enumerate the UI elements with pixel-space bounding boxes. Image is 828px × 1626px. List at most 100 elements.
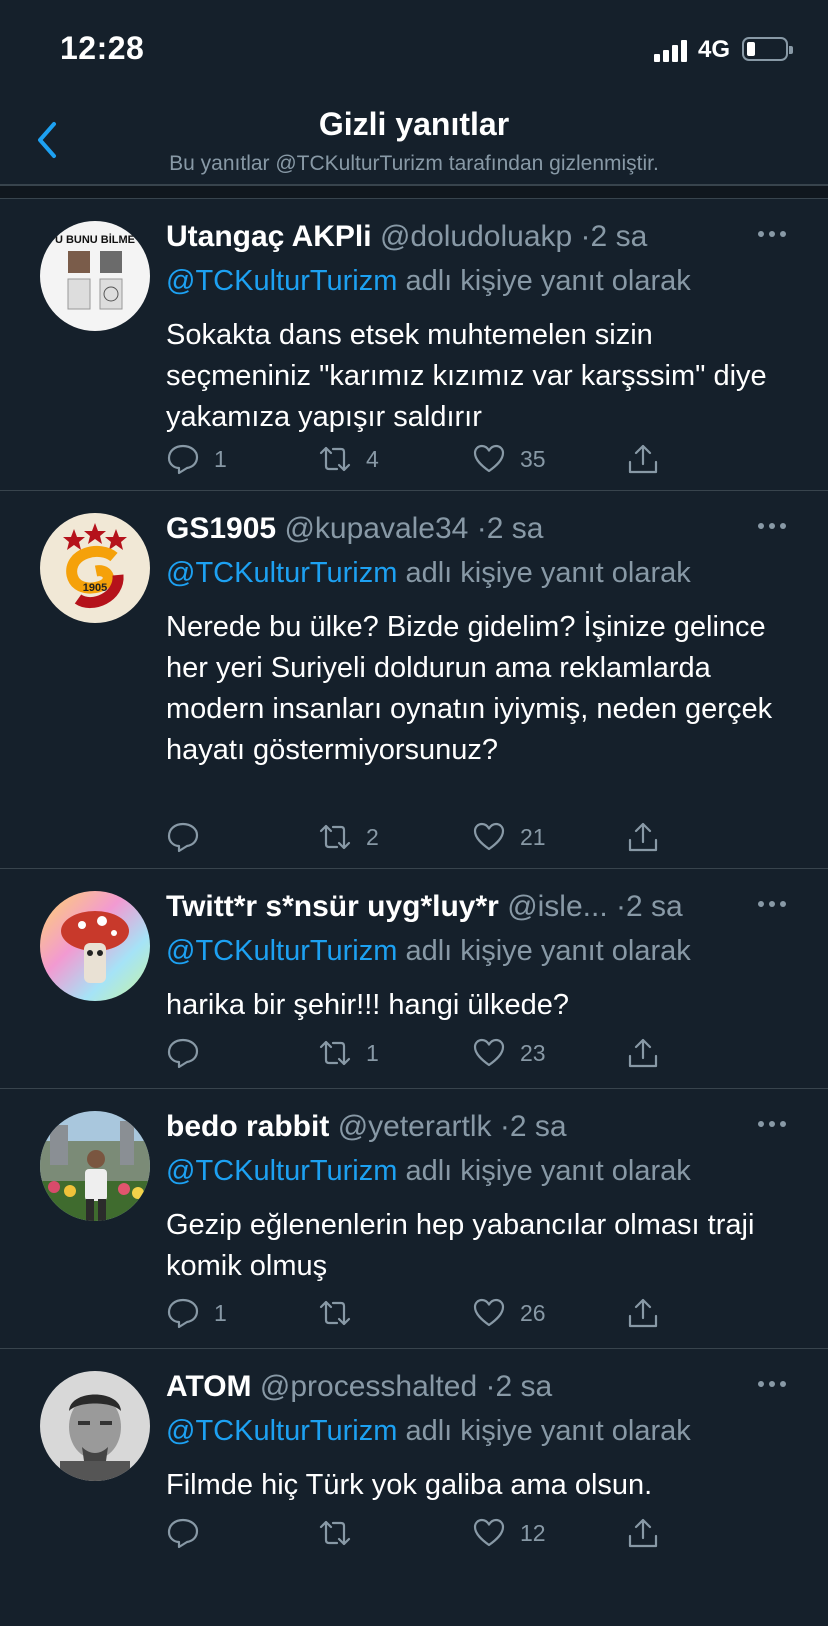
- avatar-caption: 1905: [83, 582, 107, 594]
- tweet[interactable]: ATOM @processhalted ·2 sa @TCKulturTuriz…: [0, 1349, 828, 1626]
- reply-icon: [167, 1298, 199, 1329]
- share-icon: [628, 444, 658, 474]
- tweet[interactable]: U BUNU BİLME Utangaç AKPli @doludoluakp …: [0, 199, 828, 491]
- reply-count: 1: [214, 1299, 227, 1326]
- share-icon: [628, 1298, 658, 1328]
- separator-dot: ·: [499, 1110, 510, 1143]
- tweet-time: 2 sa: [495, 1370, 553, 1403]
- reply-suffix: adlı kişiye yanıt olarak: [397, 265, 691, 297]
- tweet-text: Gezip eğlenenlerin hep yabancılar olması…: [166, 1209, 755, 1282]
- reply-mention[interactable]: @TCKulturTurizm: [166, 557, 397, 589]
- reply-mention[interactable]: @TCKulturTurizm: [166, 935, 397, 967]
- retweet-icon: [319, 1300, 351, 1326]
- tweet-content: bedo rabbit @yeterartlk ·2 sa @TCKulturT…: [166, 1107, 788, 1287]
- reply-mention[interactable]: @TCKulturTurizm: [166, 1155, 397, 1187]
- author-name[interactable]: bedo rabbit: [166, 1110, 329, 1143]
- reply-button[interactable]: 1: [166, 1293, 227, 1333]
- more-button[interactable]: [758, 901, 788, 911]
- tweet-actions: 1 26: [166, 1293, 726, 1333]
- avatar-caption: U BUNU BİLME: [55, 233, 135, 246]
- share-button[interactable]: [626, 1033, 660, 1073]
- reply-button[interactable]: [166, 1033, 214, 1073]
- tweet-header: Twitt*r s*nsür uyg*luy*r @isle... ·2 sa: [166, 887, 788, 927]
- reply-icon: [167, 444, 199, 475]
- more-button[interactable]: [758, 1381, 788, 1391]
- like-count: 26: [520, 1299, 546, 1326]
- share-icon: [628, 822, 658, 852]
- avatar-image: [40, 1371, 150, 1481]
- author-name[interactable]: Twitt*r s*nsür uyg*luy*r: [166, 890, 499, 923]
- retweet-icon: [319, 824, 351, 850]
- author-handle: @isle...: [507, 890, 608, 923]
- share-button[interactable]: [626, 1513, 660, 1553]
- separator-dot: ·: [616, 890, 627, 923]
- retweet-button[interactable]: 2: [318, 817, 379, 857]
- avatar-image: [40, 1111, 150, 1221]
- avatar[interactable]: [40, 1111, 150, 1221]
- tweet[interactable]: Twitt*r s*nsür uyg*luy*r @isle... ·2 sa …: [0, 869, 828, 1089]
- reply-count: 1: [214, 445, 227, 472]
- retweet-button[interactable]: 1: [318, 1033, 379, 1073]
- retweet-icon: [319, 1040, 351, 1066]
- avatar[interactable]: [40, 891, 150, 1001]
- more-button[interactable]: [758, 1121, 788, 1131]
- avatar-image: [40, 891, 150, 1001]
- retweet-button[interactable]: [318, 1513, 366, 1553]
- tweet-content: Utangaç AKPli @doludoluakp ·2 sa @TCKult…: [166, 217, 788, 438]
- reply-icon: [167, 1518, 199, 1549]
- avatar[interactable]: 1905: [40, 513, 150, 623]
- tweet-header: bedo rabbit @yeterartlk ·2 sa: [166, 1107, 788, 1147]
- author-name[interactable]: ATOM: [166, 1370, 252, 1403]
- retweet-count: 4: [366, 445, 379, 472]
- reply-icon: [167, 1038, 199, 1069]
- tweet-time: 2 sa: [590, 220, 648, 253]
- tweet-time: 2 sa: [509, 1110, 567, 1143]
- share-button[interactable]: [626, 1293, 660, 1333]
- share-button[interactable]: [626, 439, 660, 479]
- reply-context: @TCKulturTurizm adlı kişiye yanıt olarak: [166, 933, 788, 969]
- tweet-actions: 12: [166, 1513, 726, 1553]
- more-button[interactable]: [758, 523, 788, 533]
- reply-mention[interactable]: @TCKulturTurizm: [166, 1415, 397, 1447]
- retweet-button[interactable]: [318, 1293, 366, 1333]
- more-button[interactable]: [758, 231, 788, 241]
- tweet[interactable]: 1905 GS1905 @kupavale34 ·2 sa @TCKulturT…: [0, 491, 828, 869]
- reply-button[interactable]: [166, 1513, 214, 1553]
- network-type: 4G: [698, 36, 731, 63]
- like-button[interactable]: 21: [472, 817, 546, 857]
- tweet-content: ATOM @processhalted ·2 sa @TCKulturTuriz…: [166, 1367, 788, 1506]
- retweet-icon: [319, 1520, 351, 1546]
- tweet-content: Twitt*r s*nsür uyg*luy*r @isle... ·2 sa …: [166, 887, 788, 1026]
- author-handle: @processhalted: [259, 1370, 478, 1403]
- like-button[interactable]: 26: [472, 1293, 546, 1333]
- author-name[interactable]: GS1905: [166, 512, 276, 545]
- reply-mention[interactable]: @TCKulturTurizm: [166, 265, 397, 297]
- tweet-header: ATOM @processhalted ·2 sa: [166, 1367, 788, 1407]
- reply-suffix: adlı kişiye yanıt olarak: [397, 935, 691, 967]
- tweet-header: GS1905 @kupavale34 ·2 sa: [166, 509, 788, 549]
- like-icon: [473, 444, 505, 473]
- tweet[interactable]: bedo rabbit @yeterartlk ·2 sa @TCKulturT…: [0, 1089, 828, 1349]
- retweet-button[interactable]: 4: [318, 439, 379, 479]
- retweet-count: 1: [366, 1039, 379, 1066]
- like-icon: [473, 1518, 505, 1547]
- reply-icon: [167, 822, 199, 853]
- avatar-image: U BUNU BİLME: [40, 221, 150, 331]
- tweet-actions: 1 23: [166, 1033, 726, 1073]
- avatar[interactable]: U BUNU BİLME: [40, 221, 150, 331]
- reply-context: @TCKulturTurizm adlı kişiye yanıt olarak: [166, 1413, 788, 1449]
- like-button[interactable]: 35: [472, 439, 546, 479]
- reply-button[interactable]: [166, 817, 214, 857]
- share-icon: [628, 1038, 658, 1068]
- like-button[interactable]: 23: [472, 1033, 546, 1073]
- like-icon: [473, 1038, 505, 1067]
- share-button[interactable]: [626, 817, 660, 857]
- author-name[interactable]: Utangaç AKPli: [166, 220, 372, 253]
- like-button[interactable]: 12: [472, 1513, 546, 1553]
- author-handle: @kupavale34: [284, 512, 469, 545]
- reply-suffix: adlı kişiye yanıt olarak: [397, 1155, 691, 1187]
- like-count: 35: [520, 445, 546, 472]
- avatar[interactable]: [40, 1371, 150, 1481]
- reply-button[interactable]: 1: [166, 439, 227, 479]
- tweet-text: Sokakta dans etsek muhtemelen sizin seçm…: [166, 319, 767, 433]
